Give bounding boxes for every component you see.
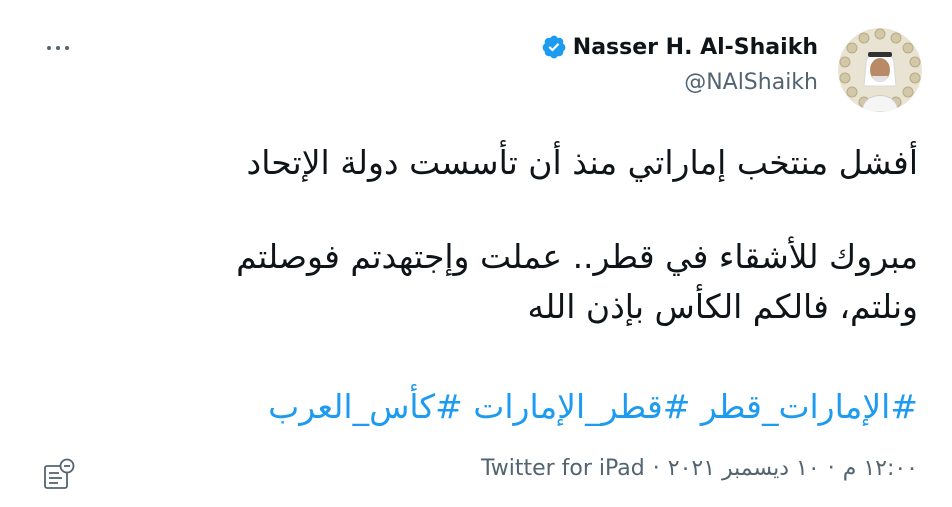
tweet-hashtags: #الإمارات_قطر #قطر_الإمارات #كأس_العرب: [268, 382, 918, 432]
avatar[interactable]: [838, 28, 922, 112]
tweet-text-line: مبروك للأشقاء في قطر.. عملت وإجتهدتم فوص…: [236, 237, 918, 276]
meta-separator: ·: [652, 456, 660, 481]
hashtag-link[interactable]: #قطر_الإمارات: [473, 387, 690, 426]
tweet-text-line: أفشل منتخب إماراتي منذ أن تأسست دولة الإ…: [246, 143, 919, 182]
tweet-card: Nasser H. Al-Shaikh @NAlShaikh أفشل منتخ…: [0, 0, 952, 507]
author-name-row: Nasser H. Al-Shaikh: [541, 34, 818, 60]
analytics-icon[interactable]: [42, 458, 76, 492]
tweet-source[interactable]: Twitter for iPad: [481, 456, 645, 481]
tweet-date[interactable]: ١٠ ديسمبر ٢٠٢١: [668, 456, 820, 481]
more-dot: [56, 46, 60, 50]
more-dot: [65, 46, 69, 50]
tweet-time[interactable]: ١٢:٠٠ م: [843, 456, 918, 481]
avatar-image: [838, 28, 922, 112]
author-handle[interactable]: @NAlShaikh: [684, 70, 818, 95]
hashtag-link[interactable]: #كأس_العرب: [268, 387, 463, 426]
tweet-text-line: ونلتم، فالكم الكأس بإذن الله: [527, 287, 918, 326]
verified-badge-icon: [541, 34, 567, 60]
hashtag-link[interactable]: #الإمارات_قطر: [701, 387, 918, 426]
tweet-metadata: ١٢:٠٠ م · ١٠ ديسمبر ٢٠٢١ · Twitter for i…: [481, 456, 918, 481]
author-display-name[interactable]: Nasser H. Al-Shaikh: [573, 35, 818, 60]
meta-separator: ·: [827, 456, 835, 481]
more-dot: [47, 46, 51, 50]
tweet-text: أفشل منتخب إماراتي منذ أن تأسست دولة الإ…: [38, 138, 918, 332]
more-options-button[interactable]: [40, 36, 76, 60]
